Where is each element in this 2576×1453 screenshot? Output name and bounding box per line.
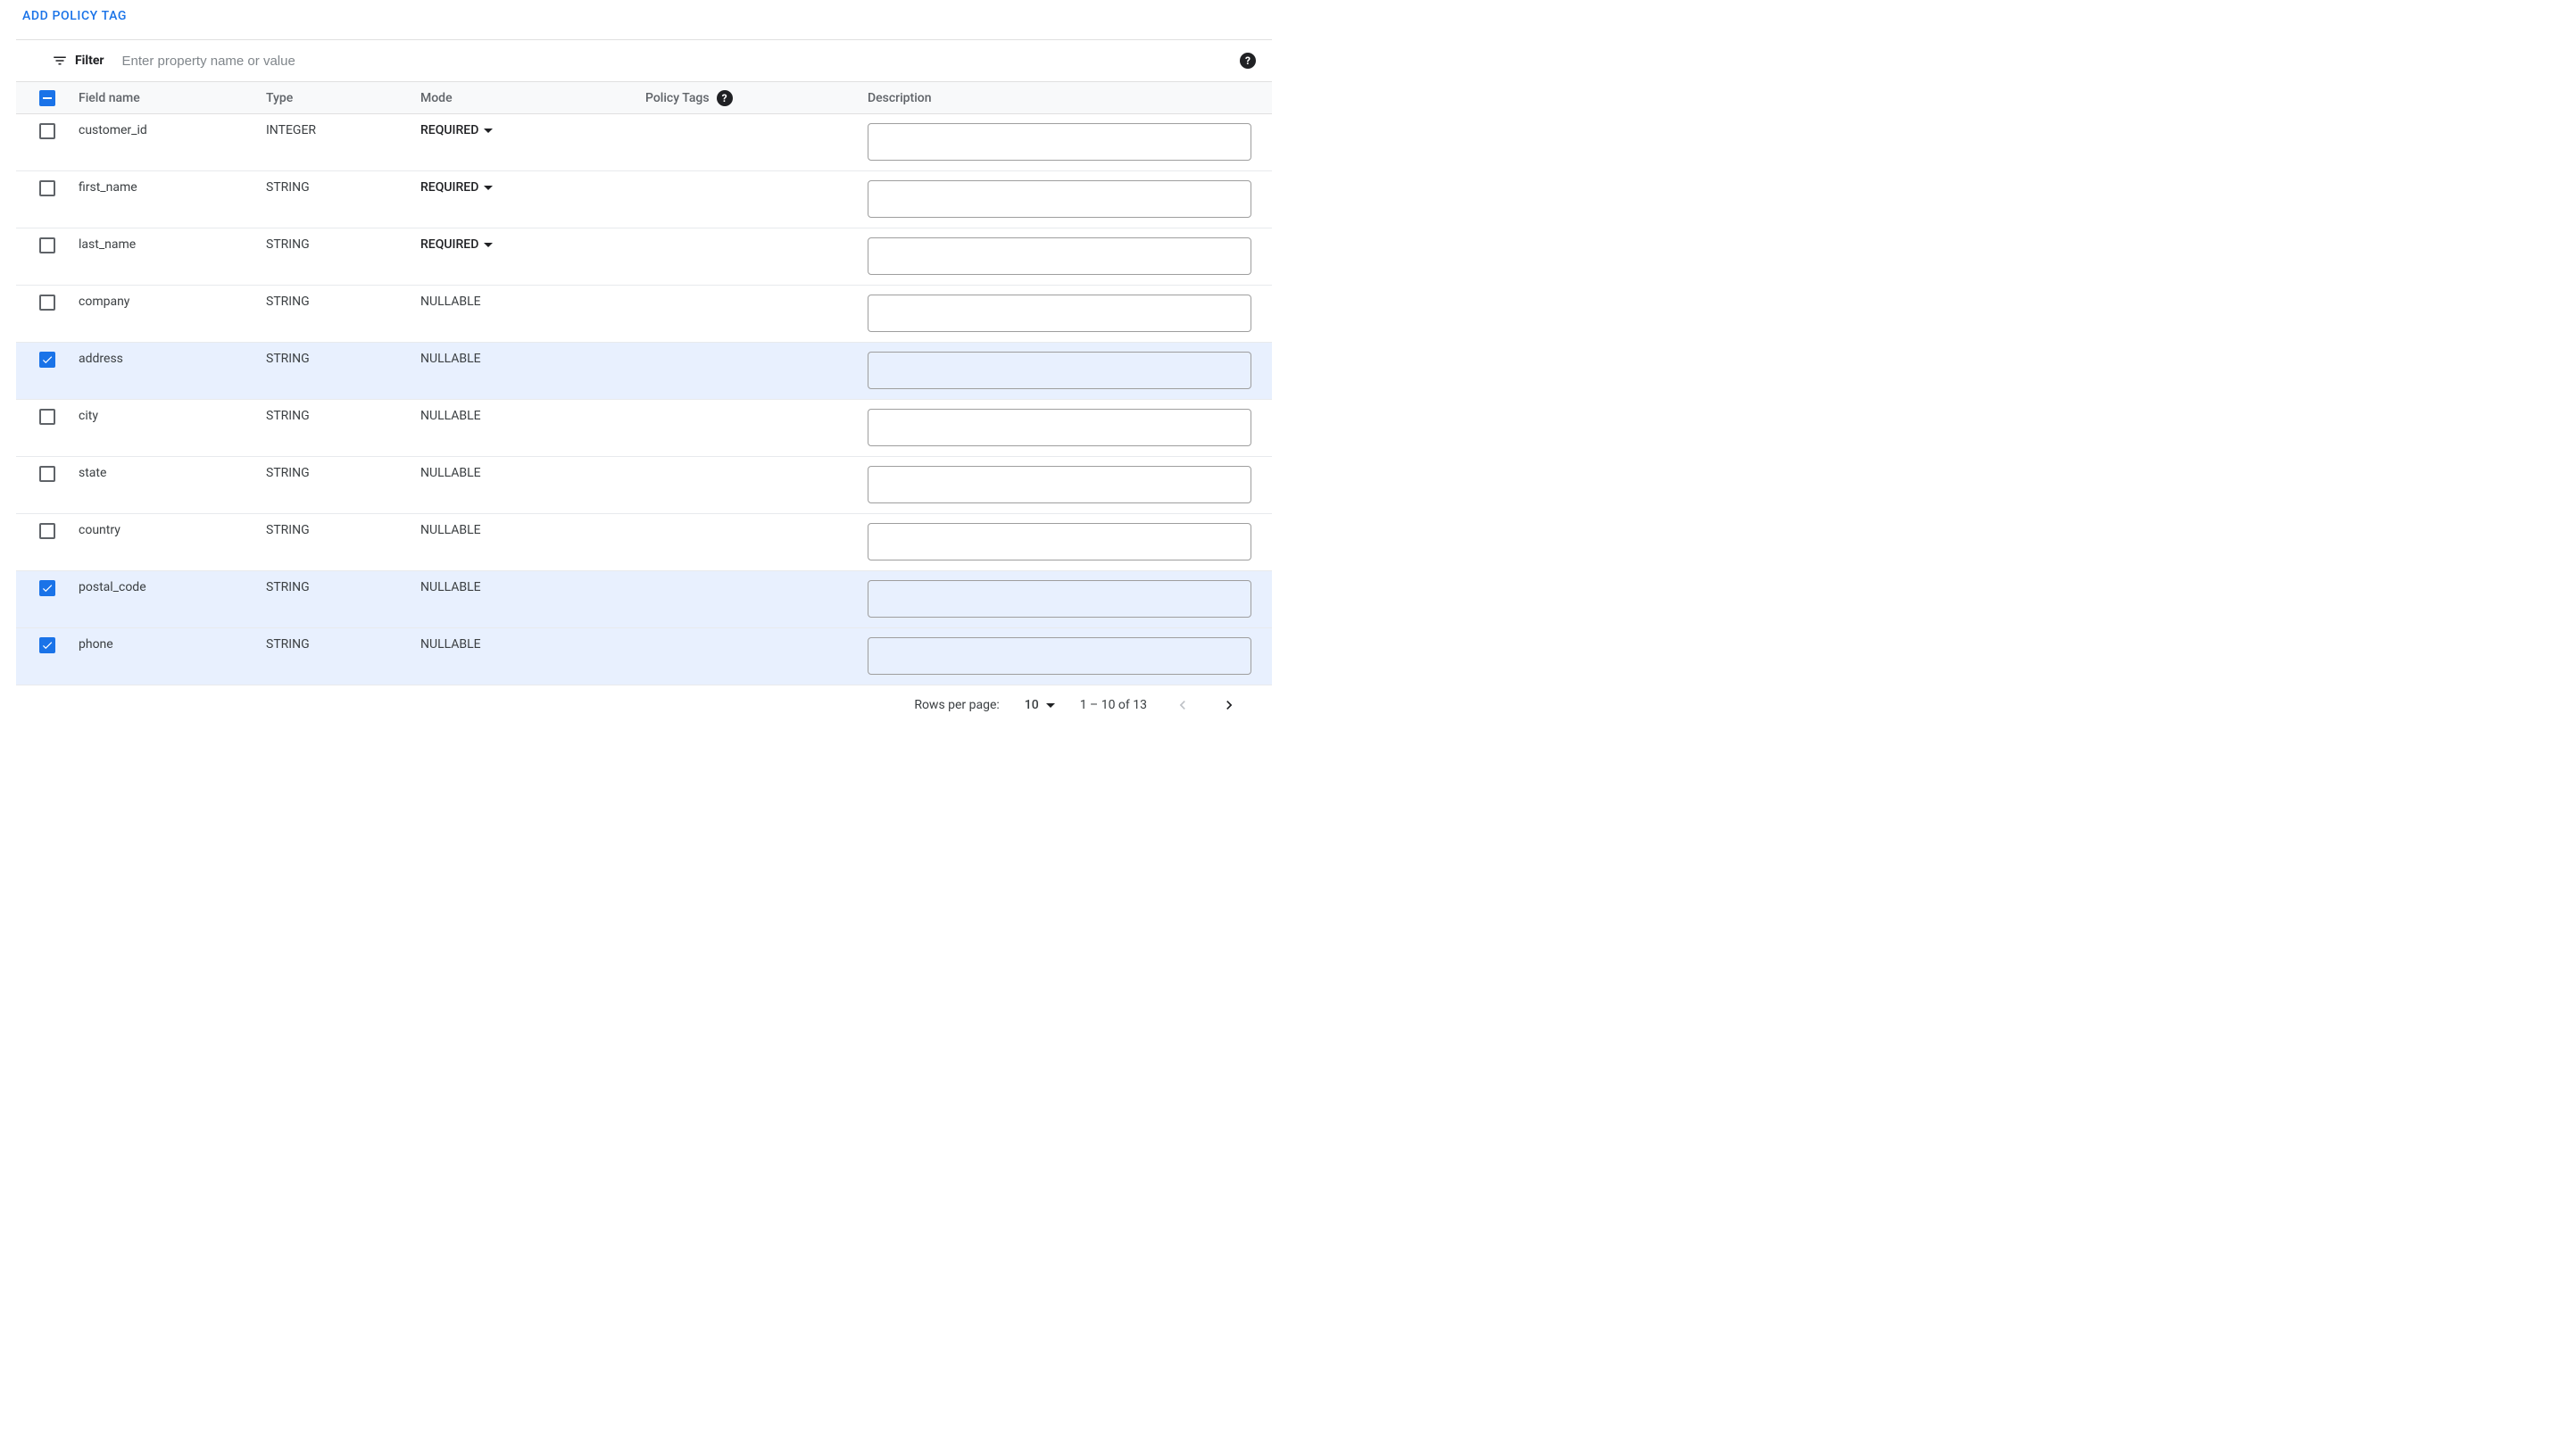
rows-per-page-value: 10: [1025, 698, 1039, 712]
row-checkbox[interactable]: [39, 637, 55, 653]
row-checkbox[interactable]: [39, 180, 55, 196]
mode-select[interactable]: REQUIRED: [420, 123, 493, 137]
field-name-cell: city: [79, 409, 266, 423]
row-checkbox[interactable]: [39, 409, 55, 425]
column-header-policy-tags: Policy Tags ?: [645, 90, 868, 106]
row-checkbox[interactable]: [39, 352, 55, 368]
filter-icon: [52, 53, 68, 69]
previous-page-button[interactable]: [1172, 694, 1193, 716]
mode-value: NULLABLE: [420, 466, 481, 480]
field-name-cell: company: [79, 295, 266, 309]
table-row: stateSTRINGNULLABLE: [16, 457, 1272, 514]
row-checkbox[interactable]: [39, 523, 55, 539]
next-page-button[interactable]: [1218, 694, 1240, 716]
column-header-description: Description: [868, 91, 1272, 105]
row-checkbox[interactable]: [39, 466, 55, 482]
field-name-cell: phone: [79, 637, 266, 652]
filter-help-icon[interactable]: ?: [1240, 53, 1256, 69]
field-name-cell: state: [79, 466, 266, 480]
table-header-row: Field name Type Mode Policy Tags ? Descr…: [16, 82, 1272, 114]
description-input[interactable]: [868, 180, 1251, 218]
description-input[interactable]: [868, 123, 1251, 161]
mode-value: REQUIRED: [420, 237, 478, 252]
row-checkbox[interactable]: [39, 237, 55, 253]
row-checkbox[interactable]: [39, 123, 55, 139]
table-row: companySTRINGNULLABLE: [16, 286, 1272, 343]
mode-value: NULLABLE: [420, 352, 481, 366]
field-name-cell: last_name: [79, 237, 266, 252]
mode-select[interactable]: REQUIRED: [420, 180, 493, 195]
rows-per-page-select[interactable]: 10: [1025, 698, 1055, 712]
policy-tags-help-icon[interactable]: ?: [717, 90, 733, 106]
type-cell: STRING: [266, 637, 420, 652]
table-row: addressSTRINGNULLABLE: [16, 343, 1272, 400]
chevron-down-icon: [1046, 703, 1055, 708]
description-input[interactable]: [868, 409, 1251, 446]
description-input[interactable]: [868, 295, 1251, 332]
type-cell: STRING: [266, 580, 420, 594]
mode-value: NULLABLE: [420, 637, 481, 652]
add-policy-tag-button[interactable]: ADD POLICY TAG: [0, 5, 127, 39]
field-name-cell: address: [79, 352, 266, 366]
table-row: countrySTRINGNULLABLE: [16, 514, 1272, 571]
pagination-range-text: 1 – 10 of 13: [1080, 698, 1147, 712]
table-row: first_nameSTRINGREQUIRED: [16, 171, 1272, 228]
mode-value: NULLABLE: [420, 295, 481, 309]
filter-label: Filter: [75, 54, 104, 68]
mode-value: NULLABLE: [420, 580, 481, 594]
column-header-field-name: Field name: [79, 91, 266, 105]
description-input[interactable]: [868, 523, 1251, 560]
column-header-type: Type: [266, 91, 420, 105]
chevron-down-icon: [484, 186, 493, 190]
mode-value: NULLABLE: [420, 409, 481, 423]
chevron-down-icon: [484, 129, 493, 133]
type-cell: STRING: [266, 352, 420, 366]
type-cell: INTEGER: [266, 123, 420, 137]
type-cell: STRING: [266, 180, 420, 195]
filter-input[interactable]: [120, 53, 1240, 70]
type-cell: STRING: [266, 409, 420, 423]
policy-tags-header-label: Policy Tags: [645, 91, 710, 105]
table-row: phoneSTRINGNULLABLE: [16, 628, 1272, 685]
filter-bar: Filter ?: [16, 39, 1272, 82]
mode-value: REQUIRED: [420, 123, 478, 137]
mode-select[interactable]: REQUIRED: [420, 237, 493, 252]
description-input[interactable]: [868, 580, 1251, 618]
description-input[interactable]: [868, 352, 1251, 389]
type-cell: STRING: [266, 295, 420, 309]
type-cell: STRING: [266, 523, 420, 537]
rows-per-page-label: Rows per page:: [914, 698, 999, 712]
select-all-checkbox[interactable]: [39, 90, 55, 106]
schema-table: Field name Type Mode Policy Tags ? Descr…: [16, 82, 1272, 685]
pagination-bar: Rows per page: 10 1 – 10 of 13: [16, 685, 1272, 719]
type-cell: STRING: [266, 466, 420, 480]
table-row: citySTRINGNULLABLE: [16, 400, 1272, 457]
description-input[interactable]: [868, 237, 1251, 275]
row-checkbox[interactable]: [39, 295, 55, 311]
description-input[interactable]: [868, 637, 1251, 675]
type-cell: STRING: [266, 237, 420, 252]
field-name-cell: customer_id: [79, 123, 266, 137]
mode-value: REQUIRED: [420, 180, 478, 195]
mode-value: NULLABLE: [420, 523, 481, 537]
column-header-mode: Mode: [420, 91, 645, 105]
table-row: postal_codeSTRINGNULLABLE: [16, 571, 1272, 628]
row-checkbox[interactable]: [39, 580, 55, 596]
field-name-cell: country: [79, 523, 266, 537]
chevron-down-icon: [484, 243, 493, 247]
field-name-cell: first_name: [79, 180, 266, 195]
field-name-cell: postal_code: [79, 580, 266, 594]
description-input[interactable]: [868, 466, 1251, 503]
table-row: customer_idINTEGERREQUIRED: [16, 114, 1272, 171]
table-row: last_nameSTRINGREQUIRED: [16, 228, 1272, 286]
